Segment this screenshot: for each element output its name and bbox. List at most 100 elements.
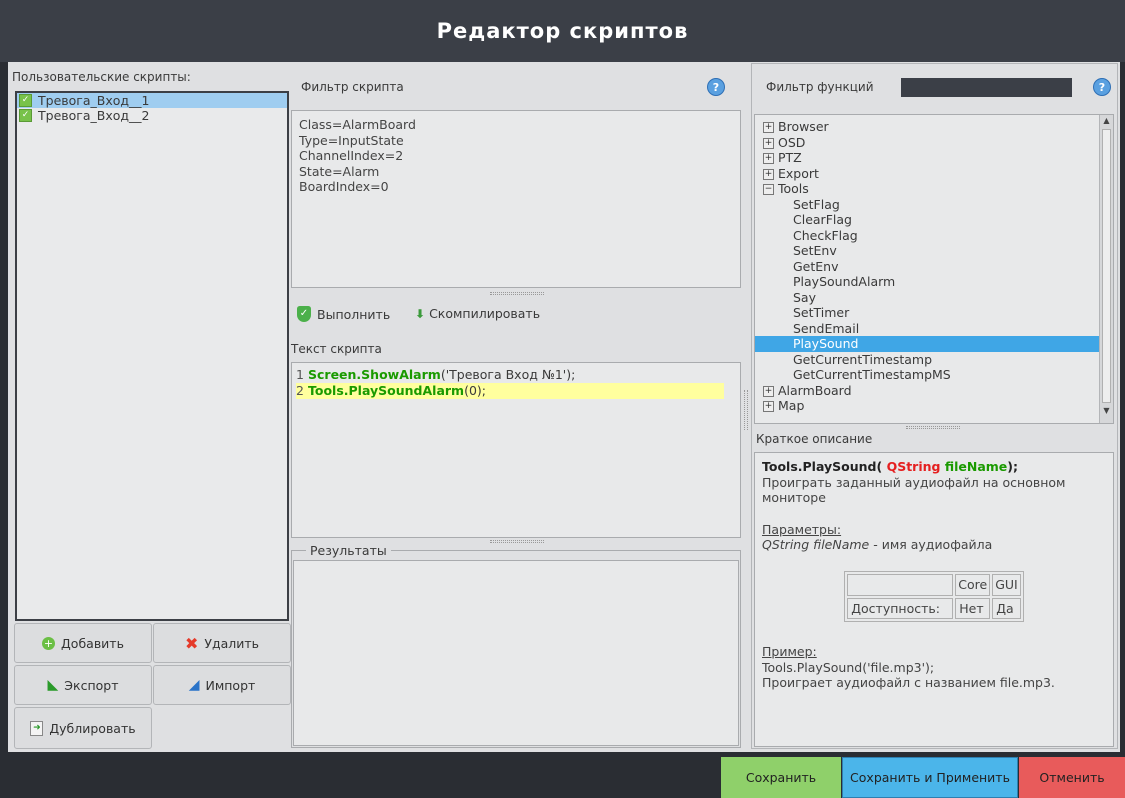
splitter-handle[interactable]: [906, 426, 960, 429]
help-icon[interactable]: ?: [1093, 78, 1111, 96]
tree-leaf-label: Say: [793, 289, 816, 305]
tree-leaf[interactable]: PlaySoundAlarm: [755, 274, 1113, 290]
splitter-handle[interactable]: [490, 292, 544, 295]
compile-button-label: Скомпилировать: [429, 306, 541, 321]
tree-leaf-label: CheckFlag: [793, 227, 858, 243]
line-number: 1: [296, 367, 304, 382]
shield-icon: ✓: [297, 306, 311, 322]
export-button[interactable]: ◣ Экспорт: [14, 665, 152, 705]
tree-node-ptz[interactable]: + PTZ: [755, 150, 1113, 166]
scroll-up-icon[interactable]: ▲: [1100, 115, 1113, 127]
script-item[interactable]: ✓ Тревога_Вход__1: [17, 93, 287, 108]
tree-node-label: AlarmBoard: [778, 382, 852, 398]
function-tree[interactable]: + Browser + OSD + PTZ + Export − Tools SetFla…: [754, 114, 1114, 424]
tree-node-map[interactable]: + Map: [755, 398, 1113, 414]
delete-button[interactable]: ✖ Удалить: [153, 623, 291, 663]
script-text-label: Текст скрипта: [291, 342, 382, 356]
tree-leaf[interactable]: SetFlag: [755, 197, 1113, 213]
availability-gui-value: Да: [992, 597, 1021, 619]
import-button[interactable]: ◢ Импорт: [153, 665, 291, 705]
param-description-text: - имя аудиофайла: [869, 537, 993, 552]
tree-leaf-label: SetFlag: [793, 196, 840, 212]
function-filter-input[interactable]: [901, 78, 1072, 97]
vertical-splitter-handle[interactable]: [744, 390, 748, 430]
filter-line: BoardIndex=0: [299, 179, 389, 194]
signature-param-name: fileName: [944, 459, 1008, 474]
expand-icon[interactable]: +: [763, 122, 774, 133]
function-signature: Tools.PlaySound( QString fileName);: [762, 459, 1106, 475]
user-scripts-label: Пользовательские скрипты:: [12, 70, 191, 84]
script-item-label: Тревога_Вход__2: [38, 108, 150, 123]
tree-leaf[interactable]: SendEmail: [755, 321, 1113, 337]
tree-leaf[interactable]: GetEnv: [755, 259, 1113, 275]
script-filter-label: Фильтр скрипта: [301, 80, 404, 94]
export-icon: ◣: [47, 677, 59, 693]
tree-leaf[interactable]: SetTimer: [755, 305, 1113, 321]
param-description: QString fileName - имя аудиофайла: [762, 537, 1106, 553]
tree-node-export[interactable]: + Export: [755, 166, 1113, 182]
tree-node-osd[interactable]: + OSD: [755, 135, 1113, 151]
tree-node-browser[interactable]: + Browser: [755, 119, 1113, 135]
tree-node-label: OSD: [778, 134, 806, 150]
import-icon: ◢: [188, 677, 200, 693]
example-code: Tools.PlaySound('file.mp3');: [762, 659, 935, 675]
availability-corner: [847, 573, 954, 596]
tree-leaf[interactable]: Say: [755, 290, 1113, 306]
tree-leaf-label: SendEmail: [793, 320, 860, 336]
checked-icon[interactable]: ✓: [19, 94, 32, 107]
scroll-down-icon[interactable]: ▼: [1100, 405, 1113, 417]
tree-leaf[interactable]: CheckFlag: [755, 228, 1113, 244]
tree-node-alarmboard[interactable]: + AlarmBoard: [755, 383, 1113, 399]
tree-leaf-label: PlaySoundAlarm: [793, 274, 896, 289]
compile-button[interactable]: ⬇ Скомпилировать: [415, 306, 540, 321]
filter-line: Type=InputState: [299, 132, 404, 148]
code-function: Tools.PlaySoundAlarm: [308, 383, 465, 398]
script-editor[interactable]: 1 Screen.ShowAlarm('Тревога Вход №1'); 2T…: [291, 362, 741, 538]
duplicate-icon: ➜: [30, 720, 44, 736]
delete-button-label: Удалить: [204, 635, 260, 651]
tree-leaf[interactable]: GetCurrentTimestamp: [755, 352, 1113, 368]
tree-leaf-label: SetEnv: [793, 243, 837, 258]
availability-col-core: Core: [955, 573, 991, 596]
script-filter-field[interactable]: Class=AlarmBoard Type=InputState Channel…: [291, 110, 741, 288]
duplicate-button[interactable]: ➜ Дублировать: [14, 707, 152, 749]
short-description-label: Краткое описание: [756, 432, 873, 446]
export-button-label: Экспорт: [64, 677, 119, 693]
tree-scrollbar[interactable]: ▲ ▼: [1099, 115, 1113, 423]
script-item[interactable]: ✓ Тревога_Вход__2: [17, 108, 287, 123]
help-icon[interactable]: ?: [707, 78, 725, 96]
tree-node-label: Export: [778, 165, 819, 181]
expand-icon[interactable]: +: [763, 385, 774, 397]
tree-leaf[interactable]: ClearFlag: [755, 212, 1113, 228]
tree-leaf[interactable]: GetCurrentTimestampMS: [755, 367, 1113, 383]
tree-leaf[interactable]: SetEnv: [755, 243, 1113, 259]
cancel-button[interactable]: Отменить: [1019, 757, 1125, 798]
splitter-handle[interactable]: [490, 540, 544, 543]
tree-node-tools[interactable]: − Tools: [755, 181, 1113, 197]
filter-line: State=Alarm: [299, 163, 380, 179]
scroll-thumb[interactable]: [1102, 129, 1111, 403]
expand-icon[interactable]: +: [763, 137, 774, 149]
results-output[interactable]: [293, 560, 739, 746]
expand-icon[interactable]: +: [763, 168, 774, 180]
collapse-icon[interactable]: −: [763, 184, 774, 195]
availability-table: Core GUI Доступность: Нет Да: [844, 570, 1024, 622]
tree-leaf-label: ClearFlag: [793, 212, 852, 227]
tree-leaf-label: GetCurrentTimestamp: [793, 351, 933, 367]
expand-icon[interactable]: +: [763, 401, 774, 412]
tree-leaf-label: SetTimer: [793, 305, 850, 320]
signature-close: );: [1007, 459, 1018, 474]
code-text: ('Тревога Вход №1');: [440, 367, 576, 382]
add-button[interactable]: + Добавить: [14, 623, 152, 663]
script-list[interactable]: ✓ Тревога_Вход__1 ✓ Тревога_Вход__2: [15, 91, 289, 621]
code-function: Screen.ShowAlarm: [308, 367, 441, 382]
tree-leaf-selected[interactable]: PlaySound: [755, 336, 1113, 352]
tree-leaf-label: GetCurrentTimestampMS: [793, 367, 951, 382]
save-button[interactable]: Сохранить: [721, 757, 841, 798]
expand-icon[interactable]: +: [763, 153, 774, 164]
save-and-apply-button[interactable]: Сохранить и Применить: [842, 757, 1018, 798]
run-button[interactable]: ✓ Выполнить: [297, 306, 390, 322]
add-button-label: Добавить: [61, 635, 124, 651]
tree-node-label: Map: [778, 398, 805, 413]
checked-icon[interactable]: ✓: [19, 109, 32, 122]
